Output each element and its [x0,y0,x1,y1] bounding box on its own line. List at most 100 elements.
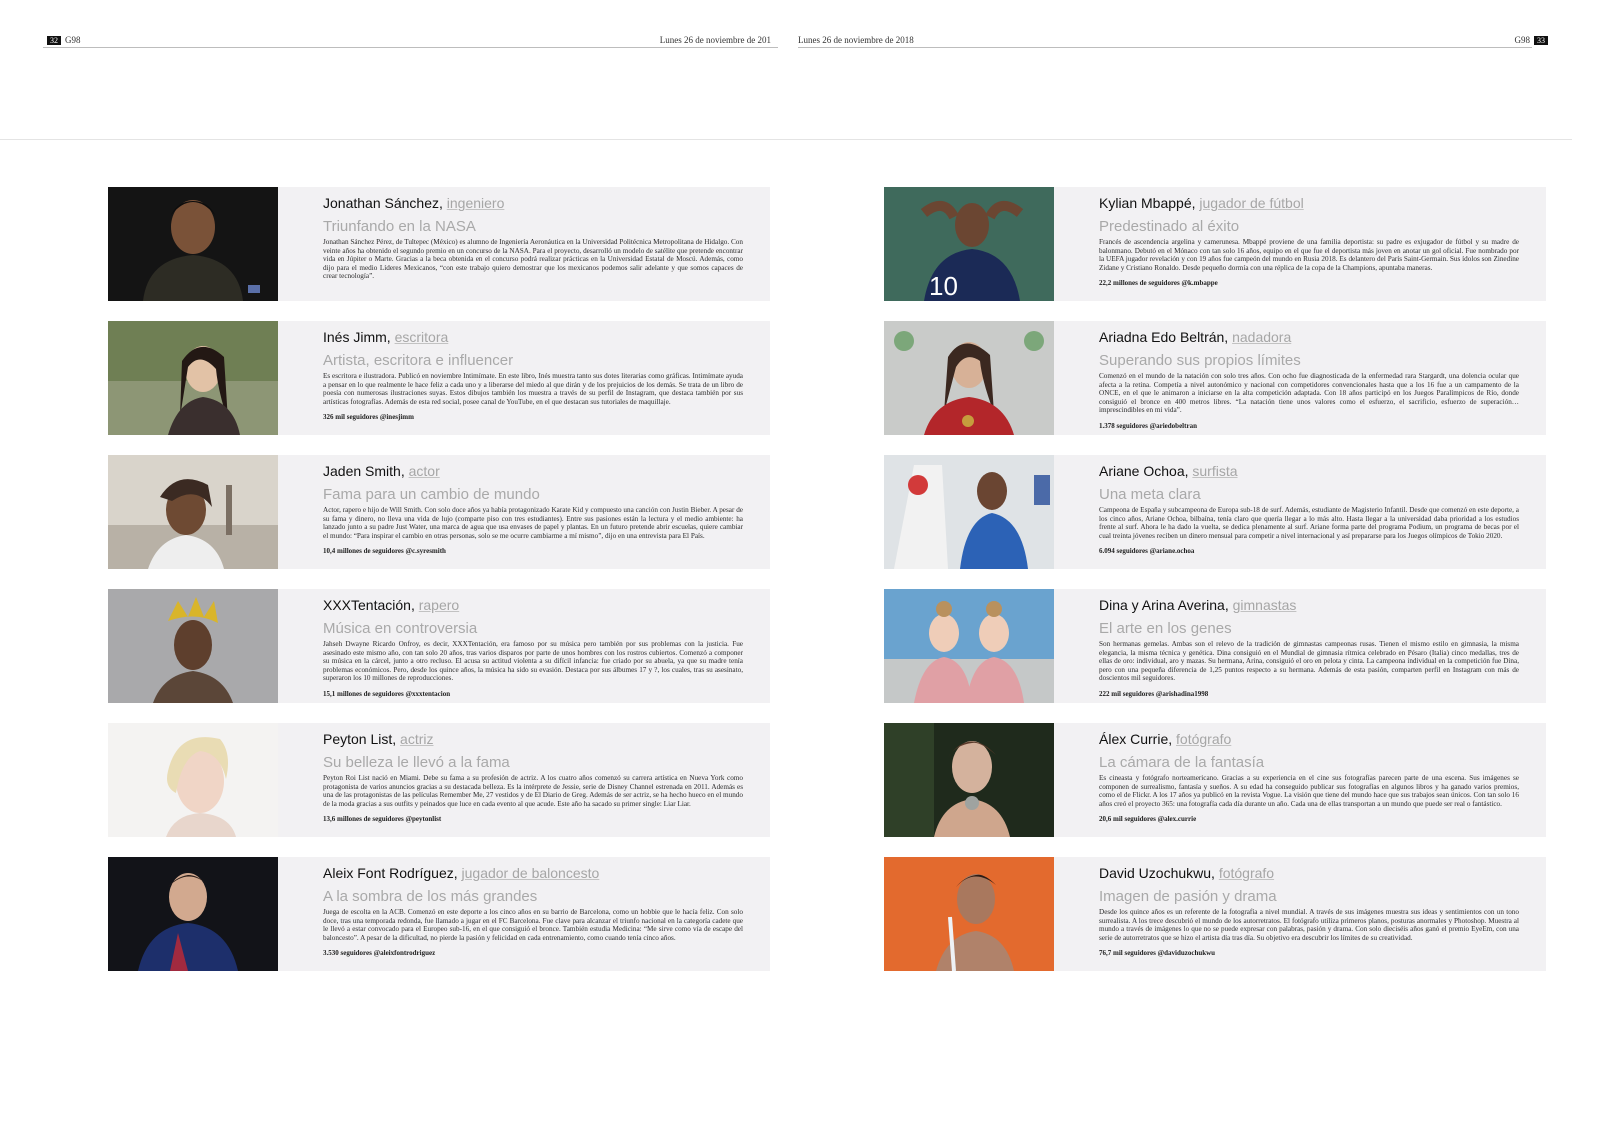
profile-headline: Triunfando en la NASA [323,218,476,235]
profile-name-text: Álex Currie, [1099,731,1173,747]
profile-photo [884,321,1054,435]
profile-headline: Música en controversia [323,620,478,637]
profile-name: Ariane Ochoa, surfista [1099,463,1519,480]
profile-photo [884,857,1054,971]
profile-photo [108,187,278,301]
profile-followers: 22,2 millones de seguidores @k.mbappe [1099,279,1218,288]
profile-name: Inés Jimm, escritora [323,329,743,346]
profile-text: Peyton List, actriz Su belleza le llevó … [323,731,743,823]
profile-text: Jonathan Sánchez, ingeniero Triunfando e… [323,195,743,281]
profile-text: Aleix Font Rodríguez, jugador de balonce… [323,865,743,957]
profile-photo: 10 [884,187,1054,301]
profile-text: Jaden Smith, actor Fama para un cambio d… [323,463,743,555]
profile-name: Jonathan Sánchez, ingeniero [323,195,743,212]
profile-role: rapero [418,597,460,613]
profile-followers: 10,4 millones de seguidores @c.syresmith [323,547,446,556]
profile-name: David Uzochukwu, fotógrafo [1099,865,1519,882]
profile-headline: Artista, escritora e influencer [323,352,514,369]
profile-headline: Su belleza le llevó a la fama [323,754,510,771]
profile-headline: Imagen de pasión y drama [1099,888,1277,905]
profile-body: Jahseh Dwayne Ricardo Onfroy, es decir, … [323,640,743,683]
profile-card: David Uzochukwu, fotógrafo Imagen de pas… [884,857,1546,971]
profile-role: fotógrafo [1218,865,1275,881]
left-section-name: G98 [65,35,81,45]
profile-body: Francés de ascendencia argelina y cameru… [1099,238,1519,272]
profile-followers: 222 mil seguidores @arishadina1998 [1099,689,1209,698]
profile-photo [108,321,278,435]
left-page-number: 32 [47,36,61,45]
profile-name: Dina y Arina Averina, gimnastas [1099,597,1519,614]
profile-headline: A la sombra de los más grandes [323,888,538,905]
profile-card: 10 Kylian Mbappé, jugador de fútbol Pred… [884,187,1546,301]
profile-card: Aleix Font Rodríguez, jugador de balonce… [108,857,770,971]
profile-text: David Uzochukwu, fotógrafo Imagen de pas… [1099,865,1519,957]
profile-name-text: Dina y Arina Averina, [1099,597,1229,613]
profile-name: XXXTentación, rapero [323,597,743,614]
profile-body: Es cineasta y fotógrafo norteamericano. … [1099,774,1519,808]
profile-body: Actor, rapero e hijo de Will Smith. Con … [323,506,743,540]
profile-role: actor [408,463,440,479]
profile-followers: 326 mil seguidores @inesjimm [323,413,414,422]
profile-body: Son hermanas gemelas. Ambas son el relev… [1099,640,1519,683]
profile-role: actriz [400,731,434,747]
profile-photo [108,589,278,703]
profile-name: Álex Currie, fotógrafo [1099,731,1519,748]
profile-photo [884,455,1054,569]
profile-name-text: Jonathan Sánchez, [323,195,443,211]
profile-role: surfista [1192,463,1238,479]
profile-followers: 6.094 seguidores @ariane.ochoa [1099,547,1195,556]
profile-followers: 1.378 seguidores @ariedobeltran [1099,421,1197,430]
profile-body: Peyton Roi List nació en Miami. Debe su … [323,774,743,808]
profile-name-text: Kylian Mbappé, [1099,195,1196,211]
profile-role: nadadora [1232,329,1292,345]
profile-text: Ariane Ochoa, surfista Una meta clara Ca… [1099,463,1519,555]
profile-photo [884,723,1054,837]
profile-name-text: Jaden Smith, [323,463,405,479]
profile-role: ingeniero [446,195,505,211]
profile-text: Álex Currie, fotógrafo La cámara de la f… [1099,731,1519,823]
profile-followers: 15,1 millones de seguidores @xxxtentacio… [323,689,451,698]
profile-headline: El arte en los genes [1099,620,1232,637]
profile-body: Campeona de España y subcampeona de Euro… [1099,506,1519,540]
profile-name: Ariadna Edo Beltrán, nadadora [1099,329,1519,346]
profile-name: Kylian Mbappé, jugador de fútbol [1099,195,1519,212]
profile-card: Jonathan Sánchez, ingeniero Triunfando e… [108,187,770,301]
profile-photo [884,589,1054,703]
profile-headline: Fama para un cambio de mundo [323,486,540,503]
profile-name-text: Aleix Font Rodríguez, [323,865,458,881]
profile-body: Jonathan Sánchez Pérez, de Tultepec (Méx… [323,238,743,281]
left-header-rule [43,47,778,48]
profile-body: Desde los quince años es un referente de… [1099,908,1519,942]
profile-photo [108,455,278,569]
profile-headline: Superando sus propios límites [1099,352,1301,369]
profile-card: Ariane Ochoa, surfista Una meta clara Ca… [884,455,1546,569]
profile-card: Ariadna Edo Beltrán, nadadora Superando … [884,321,1546,435]
profile-photo [108,857,278,971]
profile-card: Peyton List, actriz Su belleza le llevó … [108,723,770,837]
svg-text:10: 10 [929,271,958,301]
profile-card: Dina y Arina Averina, gimnastas El arte … [884,589,1546,703]
right-page-number: 33 [1534,36,1548,45]
profile-headline: Una meta clara [1099,486,1201,503]
profile-text: Dina y Arina Averina, gimnastas El arte … [1099,597,1519,698]
profile-name-text: Peyton List, [323,731,397,747]
profile-body: Es escritora e ilustradora. Publicó en n… [323,372,743,406]
profile-name-text: Ariadna Edo Beltrán, [1099,329,1229,345]
profile-card: Inés Jimm, escritora Artista, escritora … [108,321,770,435]
profile-name-text: Inés Jimm, [323,329,391,345]
profile-text: XXXTentación, rapero Música en controver… [323,597,743,698]
profile-followers: 20,6 mil seguidores @alex.currie [1099,815,1197,824]
page-divider [0,139,1572,140]
profile-role: jugador de baloncesto [461,865,600,881]
profile-name: Aleix Font Rodríguez, jugador de balonce… [323,865,743,882]
profile-followers: 13,6 millones de seguidores @peytonlist [323,815,442,824]
profile-name-text: XXXTentación, [323,597,415,613]
profile-body: Comenzó en el mundo de la natación con s… [1099,372,1519,415]
profile-body: Juega de escolta en la ACB. Comenzó en e… [323,908,743,942]
profile-name-text: David Uzochukwu, [1099,865,1215,881]
profile-headline: La cámara de la fantasía [1099,754,1265,771]
profile-role: fotógrafo [1176,731,1232,747]
profile-role: jugador de fútbol [1199,195,1304,211]
profile-followers: 76,7 mil seguidores @daviduzochukwu [1099,949,1216,958]
profile-name: Peyton List, actriz [323,731,743,748]
